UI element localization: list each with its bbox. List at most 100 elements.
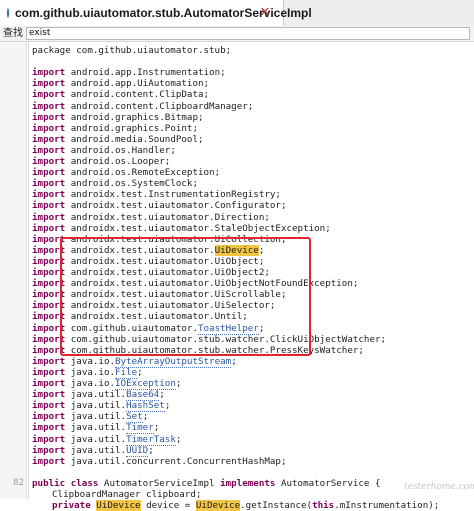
import-line: import android.graphics.Point;	[0, 123, 474, 134]
code-text: import android.content.ClipData;	[32, 89, 209, 100]
import-path: java.util.	[70, 411, 127, 423]
import-keyword: import	[32, 78, 66, 90]
import-path: java.io.	[70, 355, 116, 367]
import-line: import java.util.Base64;	[0, 389, 474, 402]
import-line: import androidx.test.InstrumentationRegi…	[0, 189, 474, 200]
import-semicolon: ;	[175, 378, 182, 389]
import-line: import androidx.test.uiautomator.Configu…	[0, 200, 474, 211]
import-keyword: import	[32, 400, 66, 412]
import-path: android.graphics.Bitmap;	[70, 111, 204, 123]
import-path: android.os.Handler;	[70, 144, 176, 156]
import-keyword: import	[32, 133, 66, 145]
import-line: import android.os.RemoteException;	[0, 167, 474, 178]
code-text: import java.util.Base64;	[32, 389, 165, 402]
import-line: import android.media.SoundPool;	[0, 134, 474, 145]
import-path: androidx.test.uiautomator.StaleObjectExc…	[70, 222, 331, 234]
import-semicolon: ;	[231, 355, 237, 367]
code-text: import android.graphics.Bitmap;	[32, 112, 204, 123]
code-fragment: .mInstrumentation);	[334, 500, 440, 511]
import-path: android.os.RemoteException;	[70, 167, 221, 179]
import-path: android.app.UiAutomation;	[70, 78, 210, 90]
package-line: package com.github.uiautomator.stub;	[0, 45, 474, 56]
import-line: import java.util.HashSet;	[0, 400, 474, 413]
code-text: import androidx.test.uiautomator.Directi…	[32, 212, 270, 223]
line-number: 82	[13, 477, 24, 488]
import-keyword: import	[32, 200, 66, 212]
import-keyword: import	[32, 422, 66, 434]
editor-tab[interactable]: com.github.uiautomator.stub.AutomatorSer…	[0, 0, 312, 26]
import-keyword: import	[32, 211, 66, 223]
import-keyword: import	[32, 411, 66, 423]
import-line: import java.util.UUID;	[0, 444, 474, 457]
code-text: import android.os.Handler;	[32, 145, 176, 156]
import-line: import android.app.Instrumentation;	[0, 67, 474, 78]
interface-name: AutomatorService {	[275, 477, 381, 489]
import-keyword: import	[32, 156, 66, 167]
code-text: import androidx.test.InstrumentationRegi…	[32, 189, 281, 200]
code-text: import java.io.File;	[32, 366, 143, 379]
keyword: implements	[220, 477, 276, 489]
import-keyword: import	[32, 122, 66, 134]
watermark: testerhome.com	[404, 482, 474, 492]
search-highlight: UiDevice	[96, 500, 141, 511]
import-keyword: import	[32, 178, 66, 190]
class-name: AutomatorServiceImpl	[98, 477, 221, 489]
import-keyword: import	[32, 444, 66, 456]
code-text: import java.io.IOException;	[32, 378, 182, 390]
code-text: import androidx.test.uiautomator.Configu…	[32, 200, 286, 211]
import-path: android.os.Looper;	[70, 156, 171, 167]
import-path: java.util.	[70, 422, 127, 434]
import-line: import androidx.test.uiautomator.StaleOb…	[0, 223, 474, 234]
import-keyword: import	[32, 100, 66, 112]
code-text: public class AutomatorServiceImpl implem…	[32, 478, 381, 489]
import-line: import android.os.SystemClock;	[0, 178, 474, 189]
import-path: androidx.test.uiautomator.Configurator;	[70, 200, 287, 212]
import-semicolon: ;	[175, 433, 182, 445]
code-text: import android.graphics.Point;	[32, 123, 198, 134]
import-path: androidx.test.uiautomator.Direction;	[70, 211, 270, 223]
code-text: import android.content.ClipboardManager;	[32, 101, 253, 112]
import-keyword: import	[32, 355, 66, 367]
find-input[interactable]: exist	[26, 27, 470, 40]
code-text: import androidx.test.uiautomator.StaleOb…	[32, 223, 331, 234]
import-keyword: import	[32, 455, 66, 467]
search-highlight: UiDevice	[195, 500, 241, 511]
import-path: java.util.	[70, 433, 127, 445]
import-path: android.content.ClipData;	[70, 89, 210, 101]
import-path: java.util.concurrent.ConcurrentHashMap;	[70, 455, 287, 467]
find-bar: 查找 exist	[0, 26, 474, 42]
import-path: androidx.test.InstrumentationRegistry;	[70, 189, 281, 201]
import-path: java.io.	[70, 366, 116, 378]
class-declaration-line: public class AutomatorServiceImpl implem…	[0, 478, 474, 489]
field-line: ClipboardManager clipboard;	[0, 489, 474, 500]
code-text: import java.io.ByteArrayOutputStream;	[32, 355, 237, 368]
import-line: import android.content.ClipData;	[0, 89, 474, 100]
code-fragment: .getInstance(	[240, 500, 313, 511]
import-line: import androidx.test.uiautomator.Directi…	[0, 212, 474, 223]
import-path: android.app.Instrumentation;	[70, 67, 226, 79]
code-editor[interactable]: package com.github.uiautomator.stub; impo…	[0, 42, 474, 511]
import-line: import android.graphics.Bitmap;	[0, 112, 474, 123]
import-keyword: import	[32, 366, 66, 378]
import-line: import android.os.Handler;	[0, 145, 474, 156]
import-line: import java.util.concurrent.ConcurrentHa…	[0, 456, 474, 467]
code-text: import java.util.Set;	[32, 411, 148, 424]
import-keyword: import	[32, 144, 66, 156]
close-icon[interactable]: ✕	[258, 6, 272, 20]
import-path: java.util.	[70, 389, 127, 401]
import-line: import android.app.UiAutomation;	[0, 78, 474, 89]
import-line: import java.util.Timer;	[0, 422, 474, 435]
code-text: import android.os.RemoteException;	[32, 167, 220, 178]
code-text: import android.os.SystemClock;	[32, 178, 198, 189]
code-text: import android.app.Instrumentation;	[32, 67, 226, 78]
editor-tab-bar: com.github.uiautomator.stub.AutomatorSer…	[0, 0, 474, 27]
annotation-highlight-box	[60, 237, 311, 356]
import-path: android.os.SystemClock;	[70, 178, 198, 190]
code-fragment: device =	[140, 500, 196, 511]
import-line: import java.io.File;	[0, 366, 474, 379]
device-field-line: private UiDevice device = UiDevice.getIn…	[0, 500, 474, 511]
import-line: import java.util.TimerTask;	[0, 433, 474, 446]
import-line: import java.io.IOException;	[0, 378, 474, 390]
import-path: android.content.ClipboardManager;	[70, 100, 254, 112]
import-semicolon: ;	[153, 422, 160, 434]
